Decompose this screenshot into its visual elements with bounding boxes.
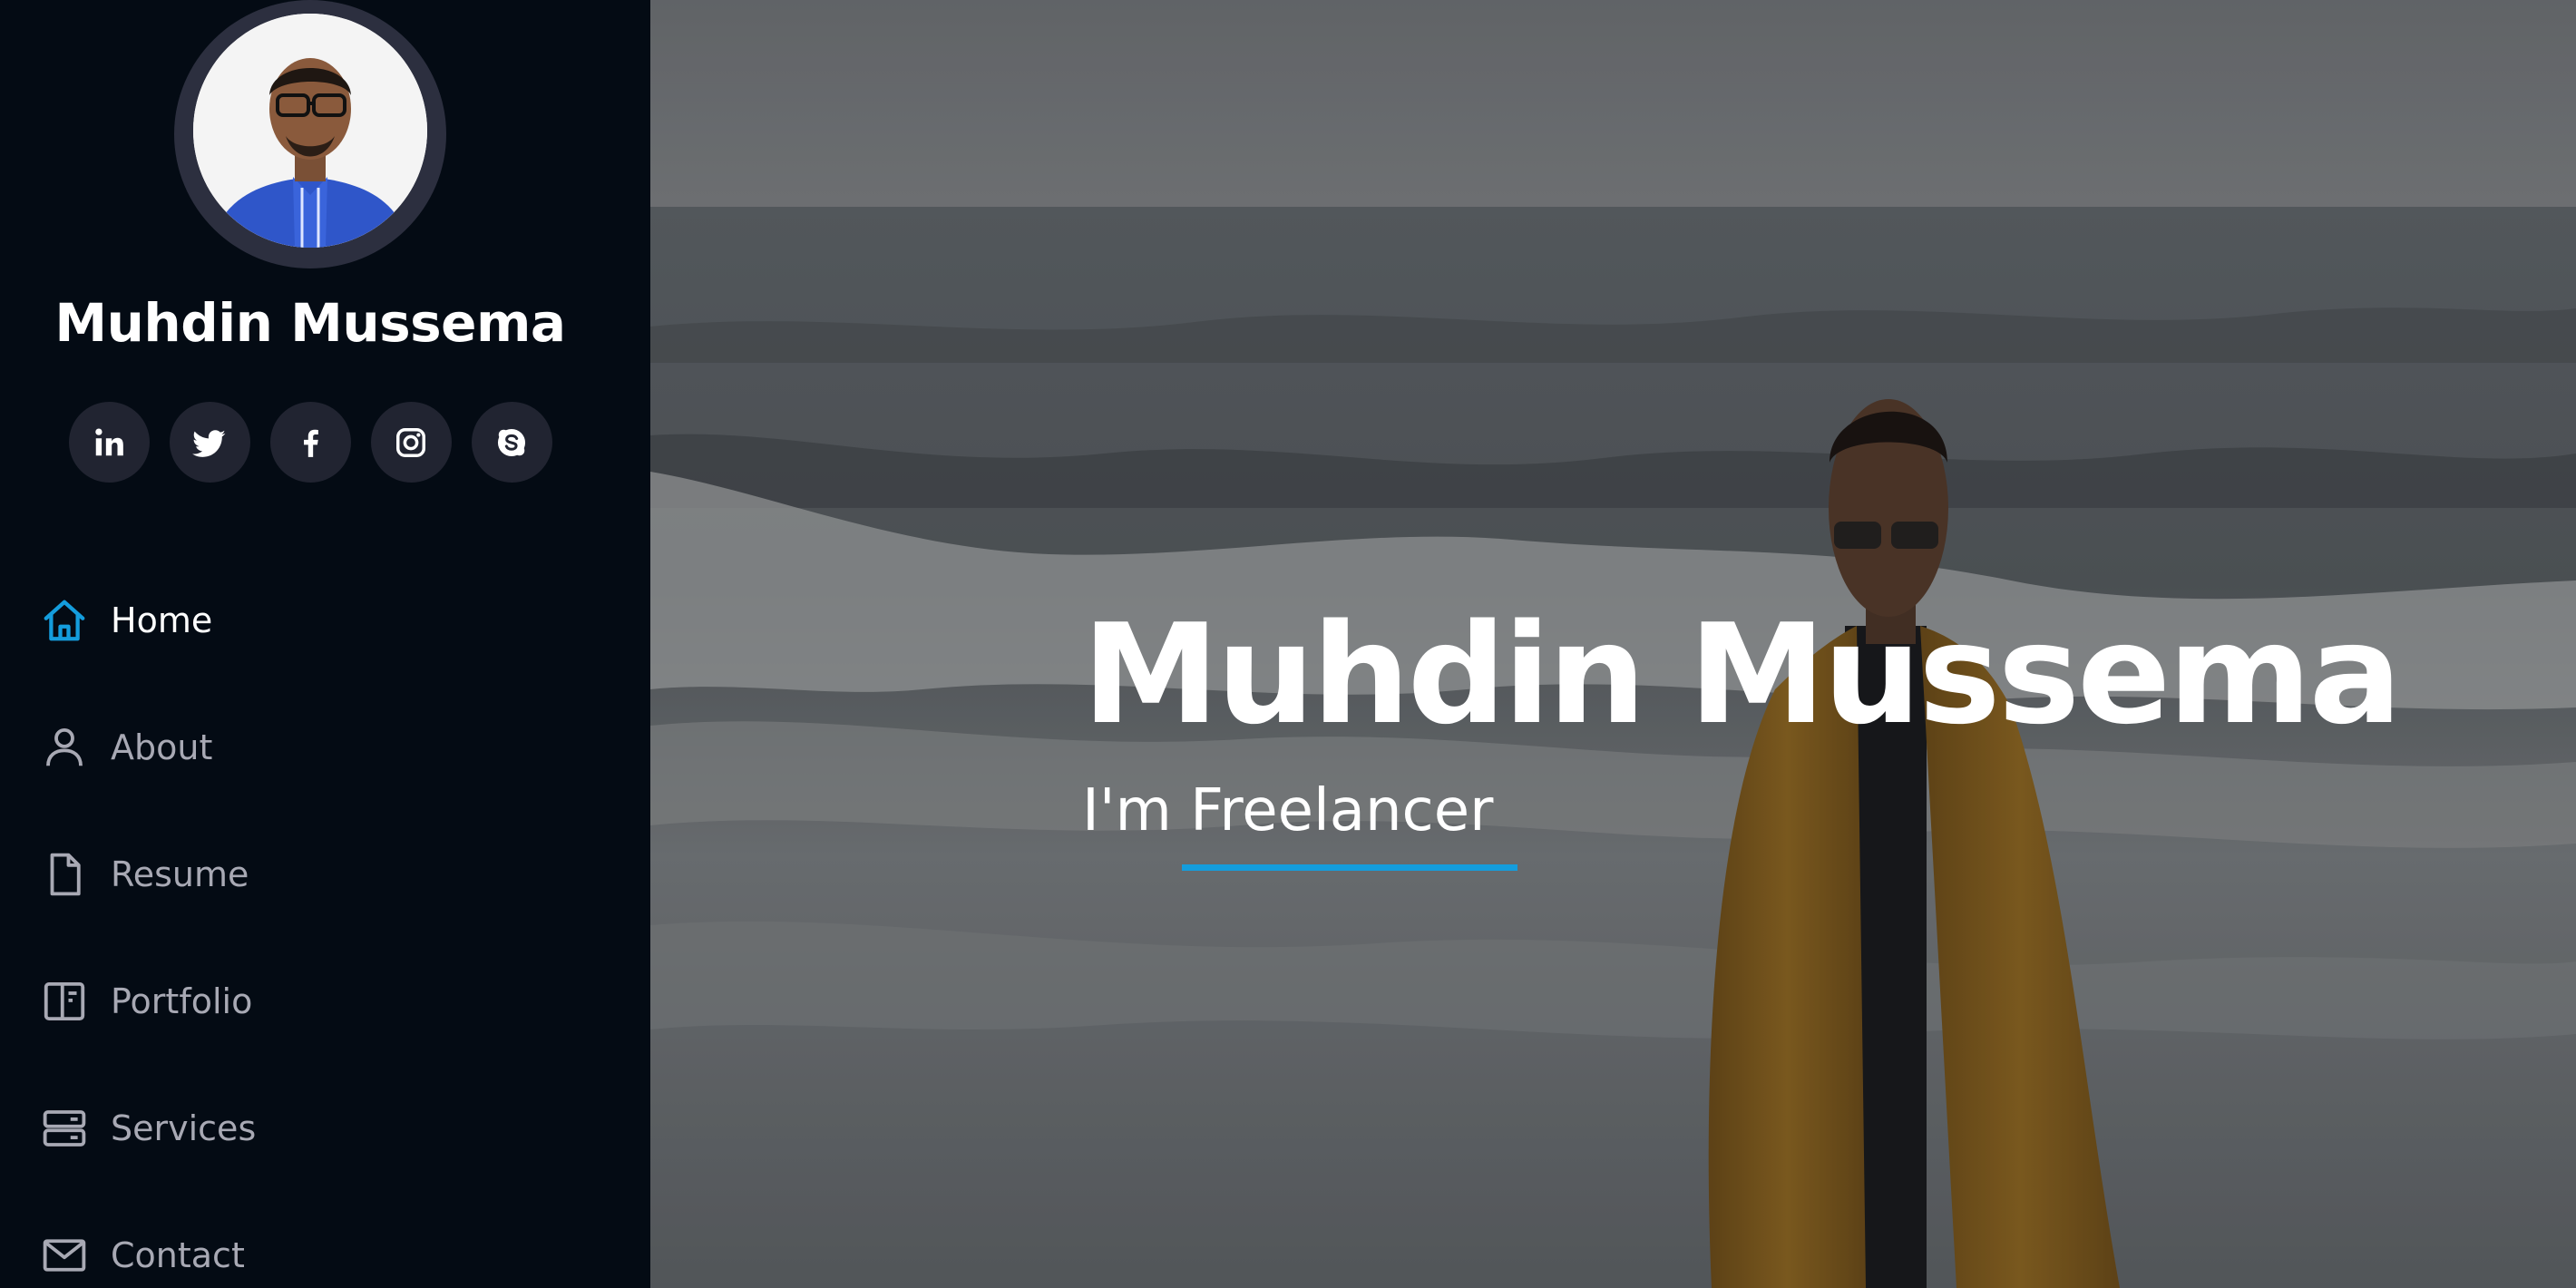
twitter-link[interactable]	[169, 402, 250, 483]
book-icon-wrap	[40, 977, 89, 1026]
profile-name: Muhdin Mussema	[54, 292, 566, 354]
nav-item-portfolio[interactable]: Portfolio	[0, 938, 650, 1065]
nav-item-contact[interactable]: Contact	[0, 1192, 650, 1288]
profile-photo	[193, 14, 427, 248]
nav-label-home: Home	[111, 600, 213, 640]
facebook-link[interactable]	[269, 402, 351, 483]
home-icon-wrap	[40, 596, 89, 645]
hero-subtitle: I'm Freelancer	[1082, 777, 1494, 844]
skype-link[interactable]	[471, 402, 552, 483]
typed-underline	[1182, 864, 1517, 871]
nav-item-home[interactable]: Home	[0, 557, 650, 684]
nav-item-services[interactable]: Services	[0, 1065, 650, 1192]
file-icon	[50, 853, 81, 896]
file-icon-wrap	[40, 850, 89, 899]
book-icon	[44, 981, 85, 1021]
social-links	[0, 402, 620, 483]
skype-icon	[497, 428, 526, 456]
facebook-icon	[304, 429, 318, 457]
instagram-icon	[396, 427, 425, 457]
sidebar: Muhdin Mussema Home About Resume Portfol…	[0, 0, 650, 1288]
hero-title: Muhdin Mussema	[1082, 594, 2402, 755]
linkedin-icon	[95, 427, 123, 455]
server-icon	[43, 1110, 86, 1147]
nav-label-about: About	[111, 727, 213, 767]
nav-label-portfolio: Portfolio	[111, 981, 253, 1021]
person-icon-wrap	[40, 723, 89, 772]
home-icon	[44, 600, 85, 641]
twitter-icon	[192, 429, 226, 457]
person-icon	[46, 727, 83, 766]
nav-label-contact: Contact	[111, 1235, 245, 1275]
linkedin-link[interactable]	[68, 402, 150, 483]
envelope-icon	[43, 1239, 86, 1272]
nav-item-about[interactable]: About	[0, 684, 650, 811]
server-icon-wrap	[40, 1104, 89, 1153]
nav-item-resume[interactable]: Resume	[0, 811, 650, 938]
nav-label-services: Services	[111, 1108, 257, 1148]
hero-section: Muhdin Mussema I'm Freelancer	[650, 0, 2576, 1288]
instagram-link[interactable]	[370, 402, 452, 483]
nav-menu: Home About Resume Portfolio Services Con…	[0, 557, 650, 1288]
nav-label-resume: Resume	[111, 854, 249, 894]
envelope-icon-wrap	[40, 1231, 89, 1280]
avatar	[193, 14, 427, 248]
